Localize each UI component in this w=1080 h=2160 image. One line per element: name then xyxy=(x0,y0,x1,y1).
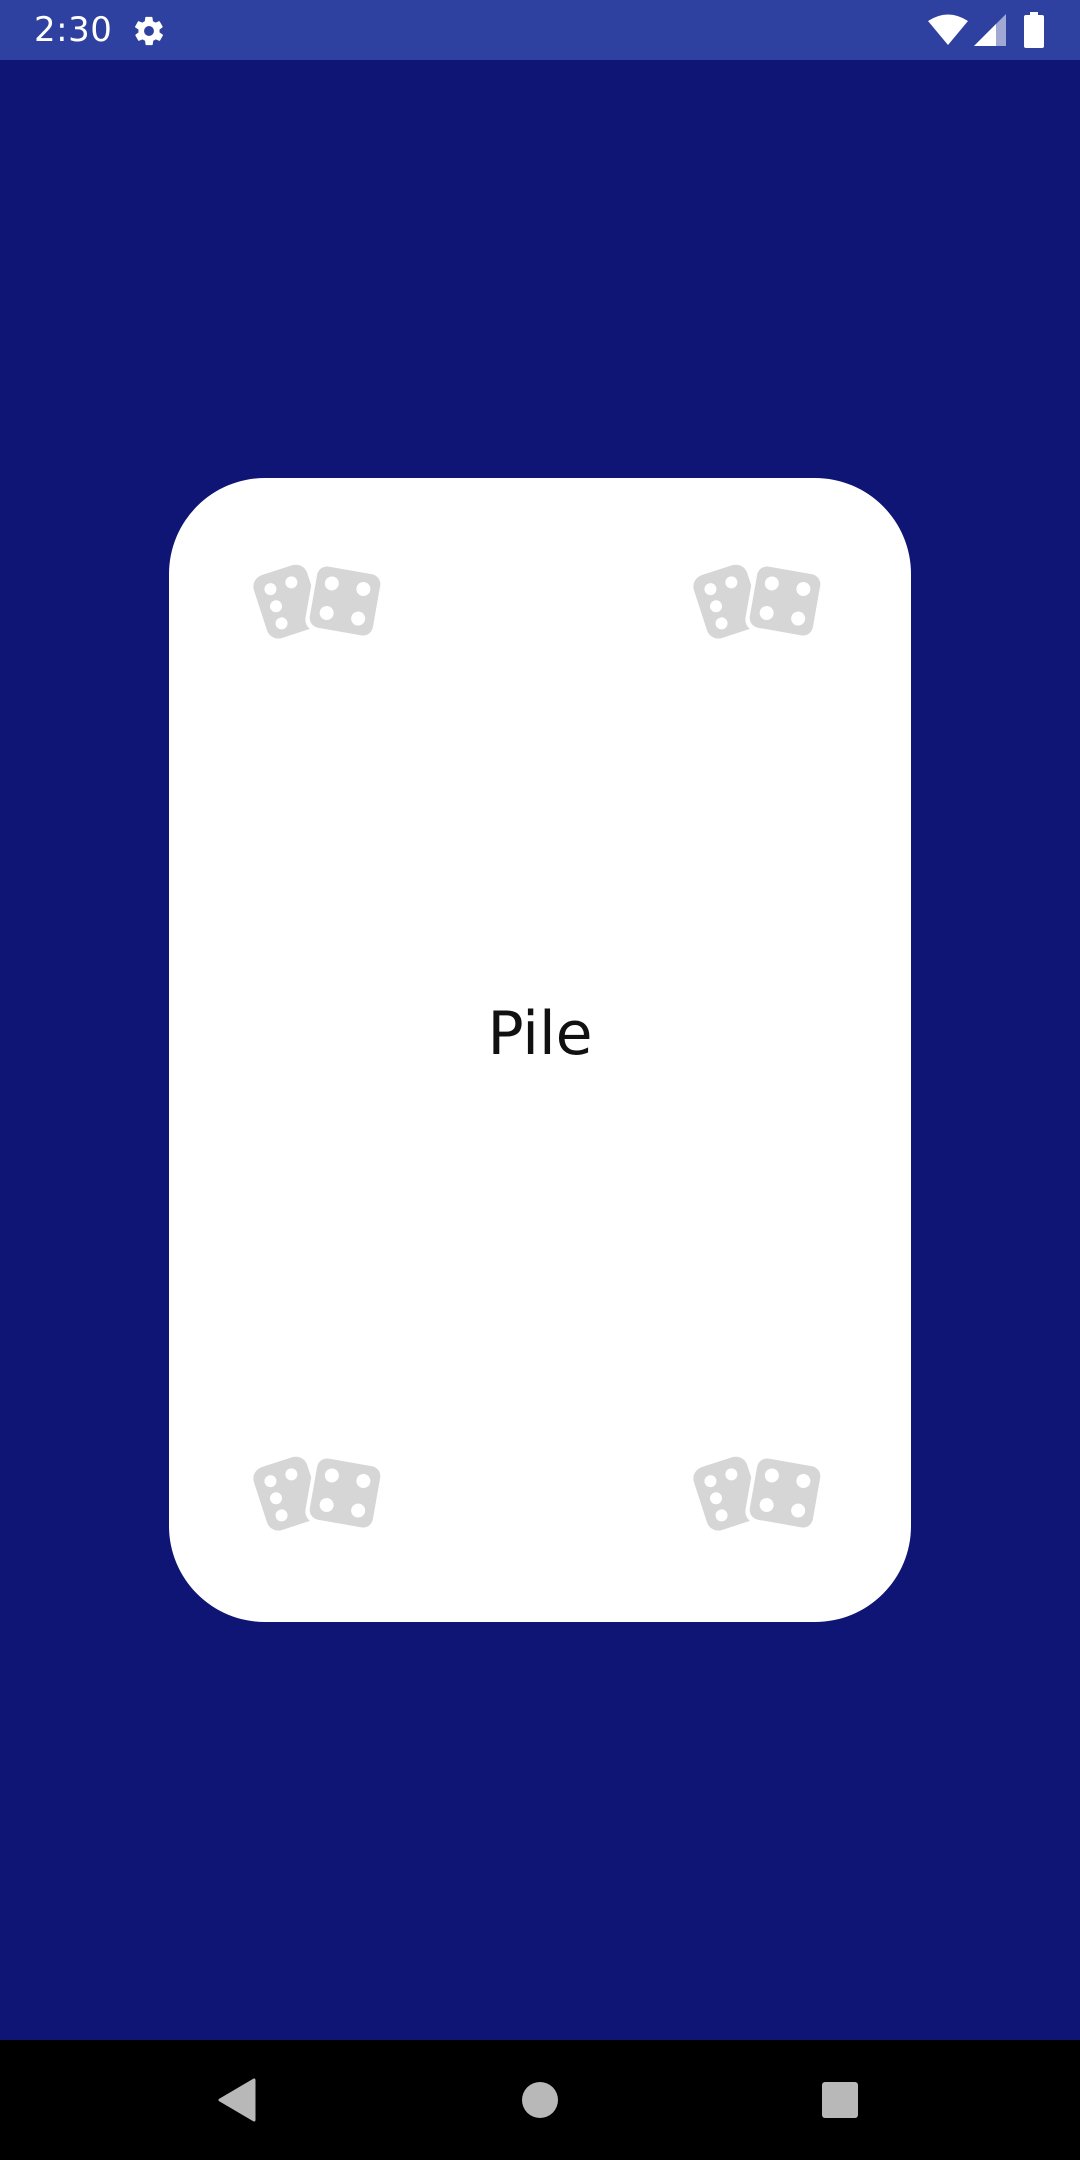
back-icon[interactable] xyxy=(216,2078,256,2122)
card-label: Pile xyxy=(487,999,593,1069)
pile-card[interactable]: Pile xyxy=(169,478,911,1622)
dice-icon xyxy=(693,562,825,640)
gear-icon xyxy=(135,16,163,46)
status-time: 2:30 xyxy=(34,10,113,50)
home-icon[interactable] xyxy=(521,2081,559,2119)
wifi-icon xyxy=(928,14,968,45)
cell-signal-icon xyxy=(974,14,1006,46)
battery-icon xyxy=(1024,12,1044,48)
dice-icon xyxy=(253,1454,385,1532)
dice-icon xyxy=(693,1454,825,1532)
app-screen: 2:30 Pile xyxy=(0,0,1080,2160)
status-bar: 2:30 xyxy=(0,0,1080,60)
navigation-bar xyxy=(0,2040,1080,2160)
dice-icon xyxy=(253,562,385,640)
recents-icon[interactable] xyxy=(821,2081,859,2119)
